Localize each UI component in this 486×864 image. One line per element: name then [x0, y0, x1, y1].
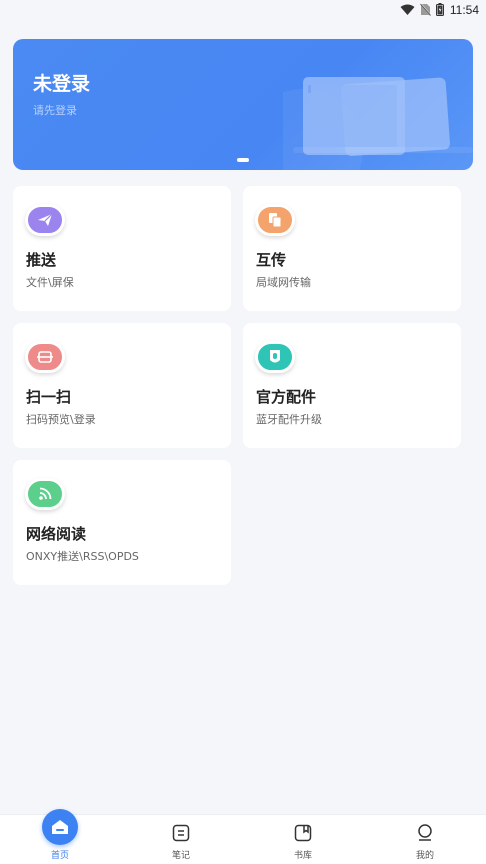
device-illustration — [283, 77, 473, 170]
tab-notes[interactable]: 笔记 — [151, 815, 211, 864]
scan-icon — [25, 341, 65, 373]
banner-subtitle: 请先登录 — [33, 104, 77, 117]
card-title: 互传 — [256, 251, 287, 269]
tab-label: 书库 — [293, 851, 312, 861]
tab-label: 笔记 — [171, 851, 190, 861]
library-icon — [294, 824, 312, 842]
card-web-reading[interactable]: 网络阅读 ONXY推送\RSS\OPDS — [13, 460, 231, 585]
card-title: 推送 — [26, 251, 57, 269]
no-sim-icon — [420, 3, 431, 16]
card-title: 扫一扫 — [26, 388, 72, 406]
card-subtitle: ONXY推送\RSS\OPDS — [26, 550, 139, 563]
banner-title: 未登录 — [33, 73, 91, 95]
card-title: 网络阅读 — [26, 525, 87, 543]
rss-icon — [25, 478, 65, 510]
tab-profile[interactable]: 我的 — [395, 815, 455, 864]
carousel-indicator — [237, 158, 249, 162]
card-push[interactable]: 推送 文件\屏保 — [13, 186, 231, 311]
profile-icon — [418, 824, 432, 841]
card-accessory[interactable]: 官方配件 蓝牙配件升级 — [243, 323, 461, 448]
card-scan[interactable]: 扫一扫 扫码预览\登录 — [13, 323, 231, 448]
login-banner[interactable]: 未登录 请先登录 — [13, 39, 473, 170]
bottom-tab-bar: 首页 笔记 书库 我的 — [0, 809, 486, 864]
tab-label: 我的 — [415, 851, 434, 861]
home-icon — [42, 809, 78, 845]
card-subtitle: 局域网传输 — [256, 276, 311, 289]
transfer-icon — [255, 204, 295, 236]
card-subtitle: 文件\屏保 — [26, 276, 74, 289]
status-icons — [400, 3, 444, 16]
accessory-icon — [255, 341, 295, 373]
tab-home[interactable]: 首页 — [30, 809, 90, 864]
card-title: 官方配件 — [256, 388, 317, 406]
tab-label: 首页 — [50, 851, 69, 861]
battery-icon — [436, 3, 444, 16]
card-transfer[interactable]: 互传 局域网传输 — [243, 186, 461, 311]
note-icon — [172, 824, 190, 842]
tab-library[interactable]: 书库 — [273, 815, 333, 864]
status-bar: 11:54 — [0, 0, 486, 22]
status-time: 11:54 — [449, 3, 479, 17]
send-icon — [25, 204, 65, 236]
card-subtitle: 扫码预览\登录 — [26, 413, 96, 426]
wifi-icon — [400, 4, 415, 15]
card-subtitle: 蓝牙配件升级 — [256, 413, 322, 426]
